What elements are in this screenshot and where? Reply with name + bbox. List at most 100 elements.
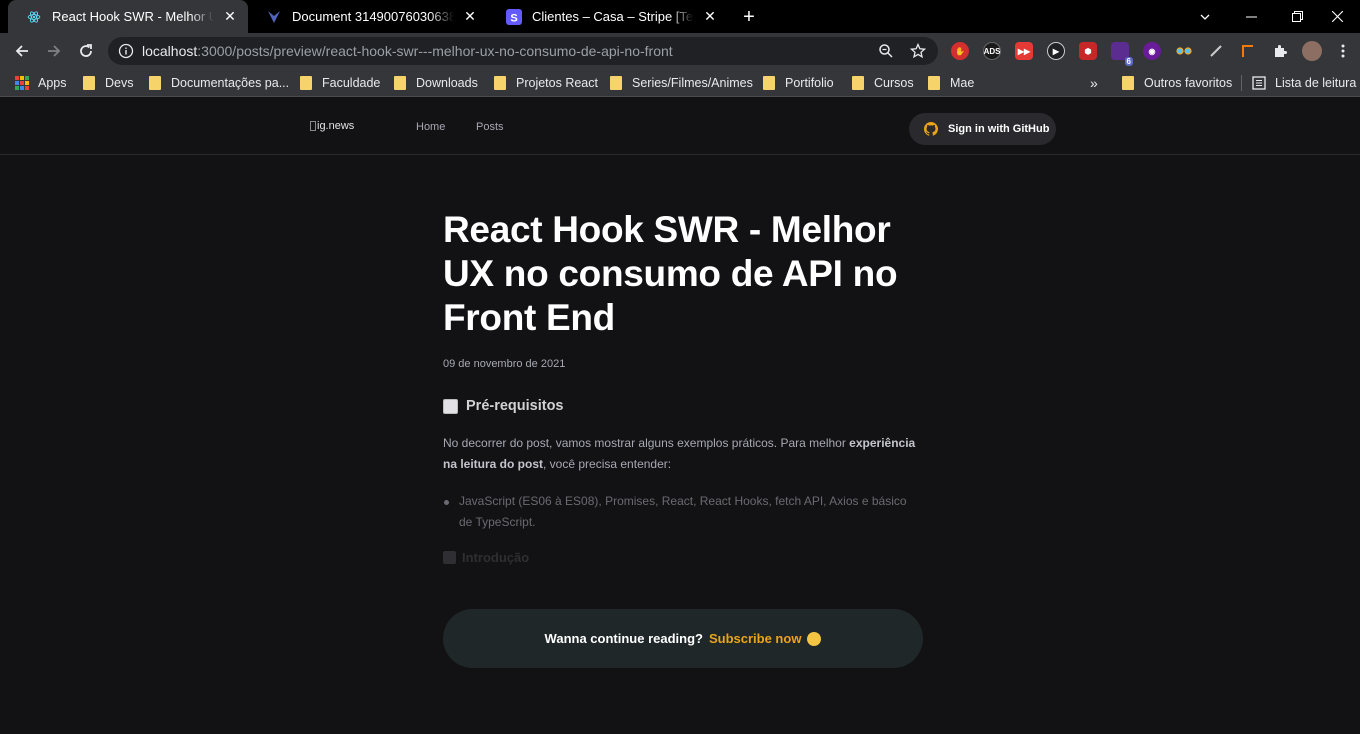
bookmark-folder-faculdade[interactable]: Faculdade [300, 69, 380, 97]
adblock-icon[interactable]: ✋ [951, 42, 969, 60]
back-button[interactable] [8, 37, 36, 65]
color-picker-icon[interactable]: ◉ [1143, 42, 1161, 60]
screenshot-icon[interactable]: ⬢ [1079, 42, 1097, 60]
tab-search-icon[interactable] [1182, 0, 1228, 33]
bookmark-label: Portifolio [785, 76, 834, 90]
bookmarks-overflow-button[interactable]: » [1090, 69, 1098, 97]
bookmark-label: Projetos React [516, 76, 598, 90]
site-header: ig.news Home Posts Sign in with GitHub [0, 98, 1360, 155]
bookmark-star-icon[interactable] [910, 43, 926, 59]
bookmark-folder-mae[interactable]: Mae [928, 69, 974, 97]
bookmark-folder-cursos[interactable]: Cursos [852, 69, 914, 97]
video-speed-icon[interactable]: ▶▶ [1015, 42, 1033, 60]
continue-reading-banner: Wanna continue reading? Subscribe now [443, 609, 923, 668]
post-date: 09 de novembro de 2021 [443, 358, 566, 370]
emoji-icon [443, 551, 456, 564]
site-info-icon[interactable] [118, 43, 134, 59]
close-tab-icon[interactable]: ✕ [222, 8, 238, 25]
bookmark-label: Outros favoritos [1144, 76, 1233, 90]
bookmark-label: Devs [105, 76, 134, 90]
tab-stripe[interactable]: S Clientes – Casa – Stripe [Teste] ✕ [488, 0, 728, 33]
new-tab-button[interactable]: + [737, 5, 761, 29]
nav-posts-link[interactable]: Posts [476, 121, 504, 133]
section-heading-text: Pré-requisitos [466, 398, 564, 414]
youtube-icon[interactable]: ▶ [1047, 42, 1065, 60]
profile-avatar[interactable] [1302, 41, 1322, 61]
logo-alt-text: ig.news [317, 120, 355, 132]
subscribe-link[interactable]: Subscribe now [709, 631, 801, 646]
prismic-icon [266, 9, 282, 25]
react-devtools-icon[interactable]: 6 [1111, 42, 1133, 66]
tab-title: Clientes – Casa – Stripe [Teste] [532, 9, 694, 24]
apps-grid-icon [15, 76, 29, 90]
bookmark-label: Apps [38, 76, 67, 90]
sign-in-github-button[interactable]: Sign in with GitHub [909, 113, 1056, 145]
ads-blocker-icon[interactable]: ADS [983, 42, 1001, 60]
folder-icon [494, 76, 506, 90]
tab-strip: React Hook SWR - Melhor UX no consumo de… [0, 0, 1360, 33]
tab-react-hook-swr[interactable]: React Hook SWR - Melhor UX no consumo de… [8, 0, 248, 33]
continue-reading-prompt: Wanna continue reading? [544, 631, 703, 646]
post-article: React Hook SWR - Melhor UX no consumo de… [443, 208, 923, 565]
section-heading-text: Introdução [462, 550, 530, 565]
post-paragraph: No decorrer do post, vamos mostrar algun… [443, 436, 916, 471]
bookmark-apps[interactable]: Apps [15, 69, 67, 97]
menu-kebab-icon[interactable] [1334, 42, 1352, 60]
folder-icon [149, 76, 161, 90]
browser-toolbar: localhost:3000/posts/preview/react-hook-… [0, 33, 1360, 69]
ruler-icon[interactable] [1239, 42, 1257, 60]
folder-icon [300, 76, 312, 90]
folder-icon [83, 76, 95, 90]
broken-image-icon [310, 121, 316, 131]
svg-text:S: S [510, 12, 517, 24]
folder-icon [852, 76, 864, 90]
zoom-icon[interactable] [878, 43, 894, 59]
bookmark-folder-projetos-react[interactable]: Projetos React [494, 69, 598, 97]
bookmark-folder-devs[interactable]: Devs [83, 69, 133, 97]
section-heading-introduction: Introdução [443, 550, 923, 565]
reading-list-button[interactable]: Lista de leitura [1252, 69, 1356, 97]
tab-document[interactable]: Document 31490076030638548788 ✕ [248, 0, 488, 33]
bookmark-label: Mae [950, 76, 975, 90]
pen-icon[interactable] [1207, 42, 1225, 60]
glasses-icon[interactable] [1175, 42, 1193, 60]
bookmark-label: Lista de leitura [1275, 76, 1357, 90]
bookmark-label: Downloads [416, 76, 478, 90]
bookmark-folder-downloads[interactable]: Downloads [394, 69, 478, 97]
bookmark-label: Faculdade [322, 76, 381, 90]
checkbox-emoji-icon [443, 398, 458, 414]
list-item: JavaScript (ES06 à ES08), Promises, Reac… [443, 491, 923, 533]
react-icon [26, 9, 42, 25]
forward-button[interactable] [40, 37, 68, 65]
folder-icon [394, 76, 406, 90]
post-title: React Hook SWR - Melhor UX no consumo de… [443, 209, 898, 338]
nav-home-link[interactable]: Home [416, 121, 445, 133]
folder-icon [928, 76, 940, 90]
site-logo[interactable]: ig.news [310, 120, 354, 132]
address-bar[interactable]: localhost:3000/posts/preview/react-hook-… [108, 37, 938, 65]
url-text: localhost:3000/posts/preview/react-hook-… [142, 43, 673, 59]
bookmark-folder-documentacoes[interactable]: Documentações pa... [149, 69, 289, 97]
bookmarks-bar: Apps Devs Documentações pa... Faculdade … [0, 69, 1360, 97]
bookmark-label: Cursos [874, 76, 914, 90]
close-tab-icon[interactable]: ✕ [462, 8, 478, 25]
folder-icon [763, 76, 775, 90]
extensions-puzzle-icon[interactable] [1271, 42, 1289, 60]
section-heading-prerequisites: Pré-requisitos [443, 398, 923, 414]
close-tab-icon[interactable]: ✕ [702, 8, 718, 25]
folder-icon [1122, 76, 1134, 90]
github-icon [924, 122, 938, 136]
bookmark-label: Documentações pa... [171, 76, 290, 90]
reading-list-icon [1252, 76, 1266, 90]
bookmark-folder-portifolio[interactable]: Portifolio [763, 69, 834, 97]
close-window-button[interactable] [1314, 0, 1360, 33]
tab-title: React Hook SWR - Melhor UX no consumo de… [52, 9, 214, 24]
bookmark-folder-outros-favoritos[interactable]: Outros favoritos [1122, 69, 1232, 97]
bookmark-folder-series[interactable]: Series/Filmes/Animes [610, 69, 753, 97]
folder-icon [610, 76, 622, 90]
extension-badge: 6 [1124, 57, 1133, 66]
minimize-button[interactable] [1228, 0, 1274, 33]
stripe-icon: S [506, 8, 522, 25]
reload-button[interactable] [72, 37, 100, 65]
page-content: ig.news Home Posts Sign in with GitHub R… [0, 98, 1360, 734]
